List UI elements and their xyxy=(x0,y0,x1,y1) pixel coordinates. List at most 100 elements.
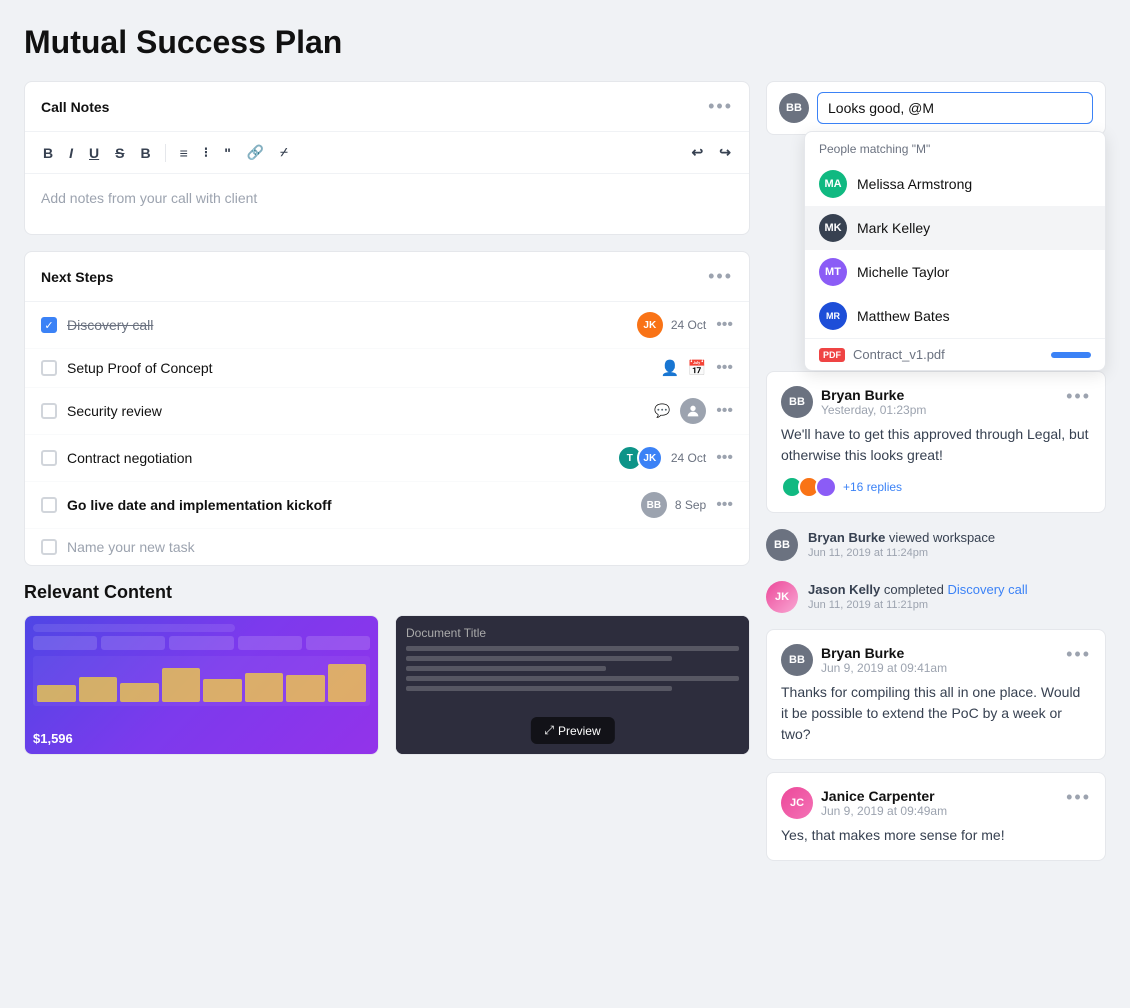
comment-input-row: BB xyxy=(767,82,1105,134)
task-more-5[interactable]: ••• xyxy=(716,496,733,514)
log-time-jk: Jun 11, 2019 at 11:21pm xyxy=(808,599,1028,611)
toolbar-sep-1 xyxy=(165,144,166,162)
task-checkbox-6[interactable] xyxy=(41,539,57,555)
right-panel: BB People matching "M" MA Melissa Armstr… xyxy=(766,81,1106,861)
activity-user-row-2: BB Bryan Burke Jun 9, 2019 at 09:41am xyxy=(781,644,947,676)
unordered-list-button[interactable]: ⁝ xyxy=(198,140,214,165)
attachment-progress-bar xyxy=(1051,352,1091,358)
preview-button[interactable]: ⤢ Preview xyxy=(530,717,614,744)
log-content-jk: Jason Kelly completed Discovery call Jun… xyxy=(808,581,1028,611)
task-more-1[interactable]: ••• xyxy=(716,316,733,334)
reply-count[interactable]: +16 replies xyxy=(843,480,902,494)
editor-body[interactable]: Add notes from your call with client xyxy=(25,174,749,234)
undo-button[interactable]: ↩ xyxy=(686,140,710,165)
task-label-4: Contract negotiation xyxy=(67,450,607,466)
activity-header-2: BB Bryan Burke Jun 9, 2019 at 09:41am ••… xyxy=(781,644,1091,676)
log-content-bb: Bryan Burke viewed workspace Jun 11, 201… xyxy=(808,529,995,559)
bar-4 xyxy=(162,668,201,702)
redo-button[interactable]: ↪ xyxy=(713,140,737,165)
avatar-michelle: MT xyxy=(819,258,847,286)
activity-header-3: JC Janice Carpenter Jun 9, 2019 at 09:49… xyxy=(781,787,1091,819)
task-label-6[interactable]: Name your new task xyxy=(67,539,733,555)
task-checkbox-3[interactable] xyxy=(41,403,57,419)
content-card-dashboard[interactable]: $1,596 xyxy=(24,615,379,755)
people-matching-dropdown: People matching "M" MA Melissa Armstrong… xyxy=(804,131,1106,371)
avatar-5: BB xyxy=(641,492,667,518)
link-button[interactable]: 🔗 xyxy=(241,140,270,165)
log-link-jk[interactable]: Discovery call xyxy=(947,582,1027,597)
calendar-icon[interactable]: 📅 xyxy=(688,359,707,377)
dropdown-item-matthew[interactable]: MR Matthew Bates xyxy=(805,294,1105,338)
task-more-4[interactable]: ••• xyxy=(716,449,733,467)
task-item: Name your new task xyxy=(25,529,749,565)
date-5: 8 Sep xyxy=(675,498,706,512)
doc-line-1 xyxy=(406,646,739,651)
editor-toolbar: B I U S B ≡ ⁝ " 🔗 ⌿ ↩ ↪ xyxy=(25,132,749,174)
avatar-jk4: JK xyxy=(637,445,663,471)
content-card-document[interactable]: Document Title ⤢ Preview xyxy=(395,615,750,755)
underline-button[interactable]: U xyxy=(83,141,105,165)
activity-name-1: Bryan Burke xyxy=(821,387,926,403)
activity-body-1: We'll have to get this approved through … xyxy=(781,424,1091,466)
doc-preview: Document Title ⤢ Preview xyxy=(396,616,749,754)
ordered-list-button[interactable]: ≡ xyxy=(174,141,194,165)
activity-time-2: Jun 9, 2019 at 09:41am xyxy=(821,661,947,675)
dash-stats xyxy=(33,636,370,650)
avatar-jk-1: JK xyxy=(637,312,663,338)
task-item: Discovery call JK 24 Oct ••• xyxy=(25,302,749,349)
dropdown-label: People matching "M" xyxy=(805,132,1105,162)
next-steps-more-icon[interactable]: ••• xyxy=(708,266,733,287)
dash-stat-1 xyxy=(33,636,97,650)
avatar-matthew: MR xyxy=(819,302,847,330)
task-more-3[interactable]: ••• xyxy=(716,402,733,420)
pdf-badge: PDF xyxy=(819,348,845,362)
dash-chart xyxy=(33,656,370,706)
code-button[interactable]: ⌿ xyxy=(274,141,293,164)
activity-more-1[interactable]: ••• xyxy=(1066,386,1091,407)
italic-button[interactable]: I xyxy=(63,141,79,165)
activity-time-3: Jun 9, 2019 at 09:49am xyxy=(821,804,947,818)
task-meta-1: JK 24 Oct xyxy=(637,312,706,338)
activity-more-2[interactable]: ••• xyxy=(1066,644,1091,665)
doc-line-3 xyxy=(406,666,606,671)
task-item: Setup Proof of Concept 👤 📅 ••• xyxy=(25,349,749,388)
task-checkbox-5[interactable] xyxy=(41,497,57,513)
activity-avatar-jc: JC xyxy=(781,787,813,819)
task-label-3: Security review xyxy=(67,403,638,419)
comment-icon[interactable]: 💬 xyxy=(654,403,670,419)
quote-button[interactable]: " xyxy=(218,141,237,165)
next-steps-title: Next Steps xyxy=(41,269,113,285)
assign-icon[interactable]: 👤 xyxy=(661,359,680,377)
dropdown-item-mark[interactable]: MK Mark Kelley xyxy=(805,206,1105,250)
person-name-michelle: Michelle Taylor xyxy=(857,264,949,280)
bold-button[interactable]: B xyxy=(37,141,59,165)
task-checkbox-2[interactable] xyxy=(41,360,57,376)
relevant-content-title: Relevant Content xyxy=(24,582,750,603)
task-more-2[interactable]: ••• xyxy=(716,359,733,377)
activity-time-1: Yesterday, 01:23pm xyxy=(821,403,926,417)
activity-user-info-1: Bryan Burke Yesterday, 01:23pm xyxy=(821,387,926,417)
bar-6 xyxy=(245,673,284,702)
attachment-info: PDF Contract_v1.pdf xyxy=(819,347,945,362)
dropdown-item-michelle[interactable]: MT Michelle Taylor xyxy=(805,250,1105,294)
task-item: Security review 💬 ••• xyxy=(25,388,749,435)
task-item: Contract negotiation T JK 24 Oct ••• xyxy=(25,435,749,482)
activity-more-3[interactable]: ••• xyxy=(1066,787,1091,808)
strikethrough-button[interactable]: S xyxy=(109,141,130,165)
bold2-button[interactable]: B xyxy=(134,141,156,165)
person-name-melissa: Melissa Armstrong xyxy=(857,176,972,192)
comment-input[interactable] xyxy=(817,92,1093,124)
dropdown-item-melissa[interactable]: MA Melissa Armstrong xyxy=(805,162,1105,206)
call-notes-more-icon[interactable]: ••• xyxy=(708,96,733,117)
bar-1 xyxy=(37,685,76,702)
next-steps-header: Next Steps ••• xyxy=(25,252,749,302)
task-label-5: Go live date and implementation kickoff xyxy=(67,497,631,513)
task-checkbox-4[interactable] xyxy=(41,450,57,466)
price-tag: $1,596 xyxy=(33,731,73,746)
doc-line-4 xyxy=(406,676,739,681)
log-time-bb: Jun 11, 2019 at 11:24pm xyxy=(808,547,995,559)
task-checkbox-1[interactable] xyxy=(41,317,57,333)
task-meta-3 xyxy=(680,398,706,424)
editor-placeholder: Add notes from your call with client xyxy=(41,190,257,206)
date-4: 24 Oct xyxy=(671,451,706,465)
